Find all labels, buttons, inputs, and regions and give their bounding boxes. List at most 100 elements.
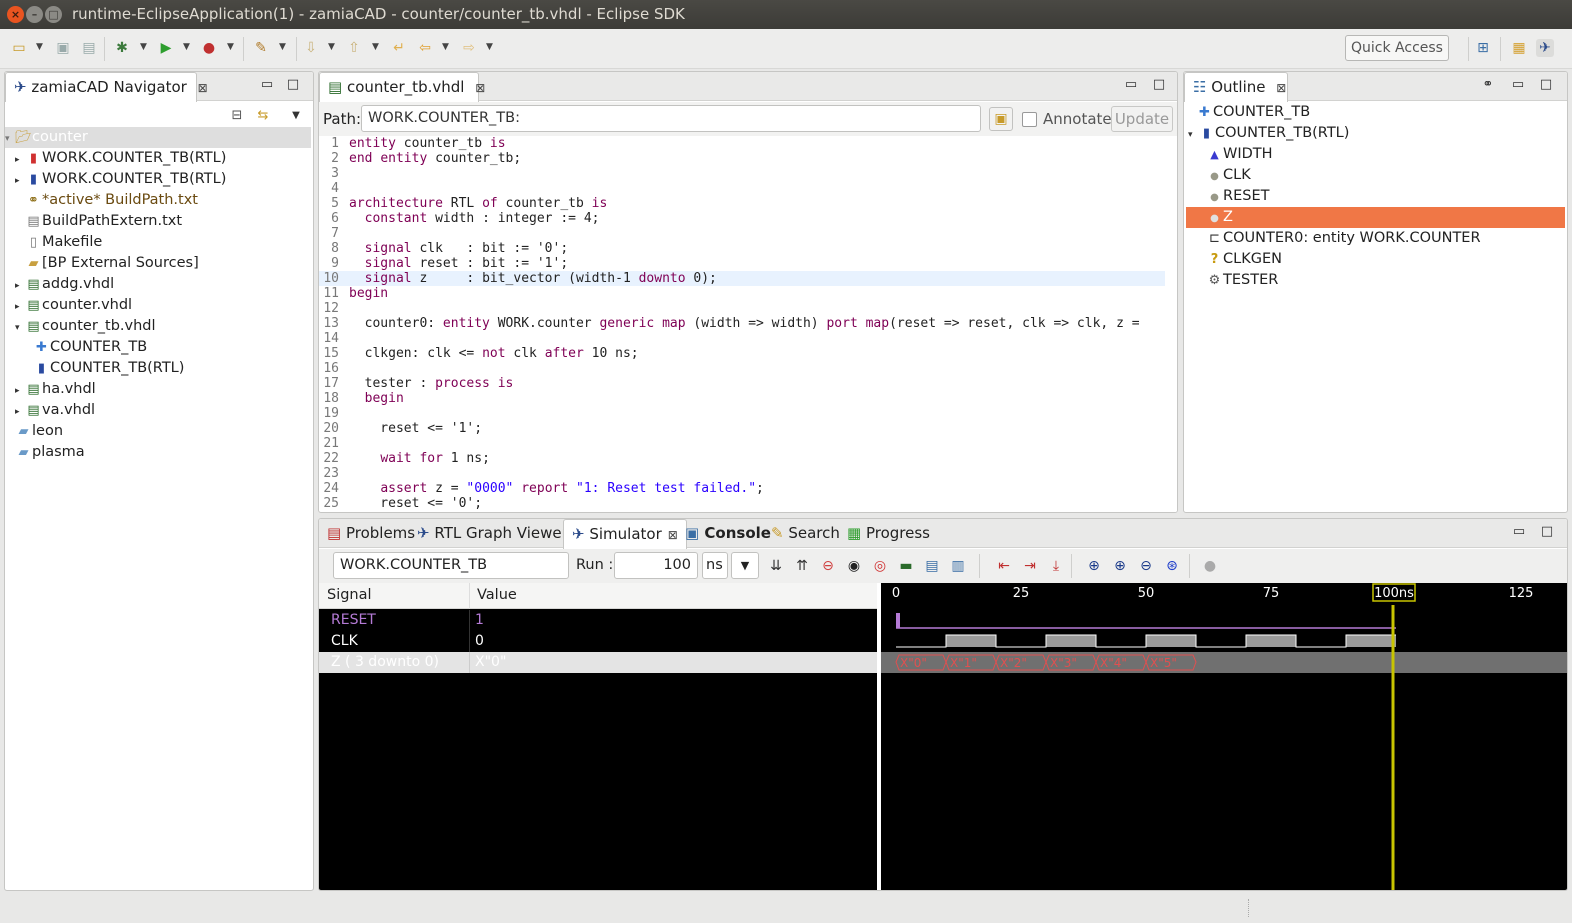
minimize-window-button[interactable]: –: [26, 6, 43, 23]
tree-item-counter-tb-architecture[interactable]: ▮ COUNTER_TB(RTL): [33, 358, 185, 379]
new-file-icon[interactable]: ▭: [10, 39, 28, 57]
next-annotation-icon[interactable]: ⇩: [302, 39, 320, 57]
tree-item-leon[interactable]: ▰ leon: [15, 421, 64, 442]
stop-icon[interactable]: ⊖: [819, 557, 837, 575]
restart-icon[interactable]: ⇈: [793, 557, 811, 575]
code-line[interactable]: 21: [319, 436, 1165, 451]
tab-counter-tb-vhdl[interactable]: ▤ counter_tb.vhdl ⊠: [319, 72, 485, 102]
outline-item-tester[interactable]: ⚙ TESTER: [1186, 270, 1565, 291]
quick-access-input[interactable]: Quick Access: [1345, 35, 1449, 61]
resource-perspective-icon[interactable]: ▦: [1510, 39, 1528, 57]
outline-item-reset[interactable]: ● RESET: [1186, 186, 1565, 207]
outline-item-counter-tb[interactable]: ✚ COUNTER_TB: [1186, 102, 1565, 123]
maximize-icon[interactable]: □: [1539, 524, 1555, 540]
maximize-window-button[interactable]: □: [45, 6, 62, 23]
close-icon[interactable]: ⊠: [475, 81, 485, 95]
jump-start-icon[interactable]: ⇤: [995, 557, 1013, 575]
chevron-down-icon[interactable]: ▾: [1188, 125, 1198, 146]
signal-row-clk[interactable]: CLK 0: [319, 631, 877, 652]
chevron-down-icon[interactable]: ▼: [372, 42, 380, 52]
minimize-icon[interactable]: ▭: [1123, 77, 1139, 93]
zoom-fit-icon[interactable]: ⊕: [1085, 557, 1103, 575]
code-line[interactable]: 19: [319, 406, 1165, 421]
tab-outline[interactable]: ☷ Outline ⊠: [1184, 72, 1288, 102]
update-button[interactable]: Update: [1111, 106, 1173, 132]
outline-item-clkgen[interactable]: ? CLKGEN: [1186, 249, 1565, 270]
tree-item-work-counter-tb-rtl[interactable]: ▸ ▮ WORK.COUNTER_TB(RTL): [15, 148, 226, 169]
tree-item-work-counter-tb-rtl-2[interactable]: ▸ ▮ WORK.COUNTER_TB(RTL): [15, 169, 226, 190]
outline-item-width[interactable]: ▲ WIDTH: [1186, 144, 1565, 165]
code-line[interactable]: 25 reset <= '0';: [319, 496, 1165, 511]
external-tools-icon[interactable]: ●: [200, 39, 218, 57]
code-line[interactable]: 3: [319, 166, 1165, 181]
tree-item-ha-vhdl[interactable]: ▸ ▤ ha.vhdl: [15, 379, 96, 400]
chevron-right-icon[interactable]: ▸: [15, 297, 25, 318]
close-icon[interactable]: ⊠: [198, 81, 208, 95]
code-line[interactable]: 23: [319, 466, 1165, 481]
tree-item-counter[interactable]: ▾ 📂︎counter: [5, 127, 311, 148]
path-input[interactable]: WORK.COUNTER_TB:: [361, 105, 981, 132]
unit-dropdown-button[interactable]: ▼: [731, 552, 759, 579]
code-line[interactable]: 12: [319, 301, 1165, 316]
chevron-down-icon[interactable]: ▼: [183, 42, 191, 52]
run-time-input[interactable]: 100: [614, 552, 698, 579]
tree-item-bp-external-sources[interactable]: ▰ [BP External Sources]: [25, 253, 199, 274]
save-trace-icon[interactable]: ▤: [923, 557, 941, 575]
back-icon[interactable]: ⇦: [416, 39, 434, 57]
code-line[interactable]: 16: [319, 361, 1165, 376]
tree-item-makefile[interactable]: ▯ Makefile: [25, 232, 102, 253]
tool-icon[interactable]: ✎: [252, 39, 270, 57]
minimize-icon[interactable]: ▭: [1510, 77, 1526, 93]
maximize-icon[interactable]: □: [1538, 77, 1554, 93]
trace-icon[interactable]: ▬: [897, 557, 915, 575]
code-line[interactable]: 1 entity counter_tb is: [319, 136, 1165, 151]
minimize-icon[interactable]: ▭: [259, 77, 275, 93]
chevron-down-icon[interactable]: ▼: [140, 42, 148, 52]
debug-icon[interactable]: ✱: [113, 39, 131, 57]
tab-navigator[interactable]: ✈ zamiaCAD Navigator ⊠: [5, 72, 208, 102]
code-line[interactable]: 22 wait for 1 ns;: [319, 451, 1165, 466]
code-line[interactable]: 10 signal z : bit_vector (width-1 downto…: [319, 271, 1165, 286]
zamiacad-perspective-icon[interactable]: ✈: [1536, 39, 1554, 57]
waveform-view[interactable]: 0 25 50 75 125 X"0" X"1" X"2" X"3" X"4" X"5" 100n…: [881, 583, 1567, 890]
tree-item-addg-vhdl[interactable]: ▸ ▤ addg.vhdl: [15, 274, 114, 295]
code-line[interactable]: 11 begin: [319, 286, 1165, 301]
maximize-icon[interactable]: □: [1151, 77, 1167, 93]
maximize-icon[interactable]: □: [285, 77, 301, 93]
chevron-down-icon[interactable]: ▼: [279, 42, 287, 52]
close-icon[interactable]: ⊠: [1276, 81, 1286, 95]
previous-annotation-icon[interactable]: ⇧: [345, 39, 363, 57]
save-icon[interactable]: ▣: [54, 39, 72, 57]
tree-item-counter-tb-entity[interactable]: ✚ COUNTER_TB: [33, 337, 147, 358]
chevron-right-icon[interactable]: ▸: [15, 150, 25, 171]
open-trace-icon[interactable]: ▥: [949, 557, 967, 575]
open-perspective-icon[interactable]: ⊞: [1474, 39, 1492, 57]
code-line[interactable]: 17 tester : process is: [319, 376, 1165, 391]
outline-item-counter-tb-rtl[interactable]: ▾ ▮ COUNTER_TB(RTL): [1186, 123, 1565, 144]
chevron-down-icon[interactable]: ▼: [328, 42, 336, 52]
unit-select[interactable]: ns: [702, 552, 728, 579]
chevron-right-icon[interactable]: ▸: [15, 381, 25, 402]
view-menu-icon[interactable]: ▼: [288, 108, 304, 124]
code-line[interactable]: 24 assert z = "0000" report "1: Reset te…: [319, 481, 1165, 496]
binoculars-icon[interactable]: ⚭: [1480, 77, 1496, 93]
tab-problems[interactable]: ▤ Problems: [319, 519, 423, 548]
code-editor[interactable]: 1 entity counter_tb is 2 end entity counter…: [319, 136, 1165, 512]
chevron-down-icon[interactable]: ▼: [442, 42, 450, 52]
code-line[interactable]: 4: [319, 181, 1165, 196]
tree-item-buildpath[interactable]: ⚭ *active* BuildPath.txt: [25, 190, 198, 211]
toplevel-input[interactable]: WORK.COUNTER_TB: [333, 552, 569, 579]
chevron-down-icon[interactable]: ▾: [5, 129, 15, 150]
tree-item-plasma[interactable]: ▰ plasma: [15, 442, 85, 463]
code-line[interactable]: 2 end entity counter_tb;: [319, 151, 1165, 166]
unwatch-icon[interactable]: ◎: [871, 557, 889, 575]
browse-button[interactable]: ▣: [989, 107, 1013, 131]
chevron-down-icon[interactable]: ▾: [15, 318, 25, 339]
tab-search[interactable]: ✎ Search: [763, 519, 848, 548]
tab-rtl-graph-viewer[interactable]: ✈ RTL Graph Viewer: [409, 519, 576, 548]
code-line[interactable]: 13 counter0: entity WORK.counter generic…: [319, 316, 1165, 331]
zoom-in-icon[interactable]: ⊕: [1111, 557, 1129, 575]
close-window-button[interactable]: ×: [7, 6, 24, 23]
chevron-down-icon[interactable]: ▼: [227, 42, 235, 52]
waveform-canvas[interactable]: 0 25 50 75 125 X"0" X"1" X"2" X"3" X"4" X"5" 100n…: [881, 583, 1567, 891]
